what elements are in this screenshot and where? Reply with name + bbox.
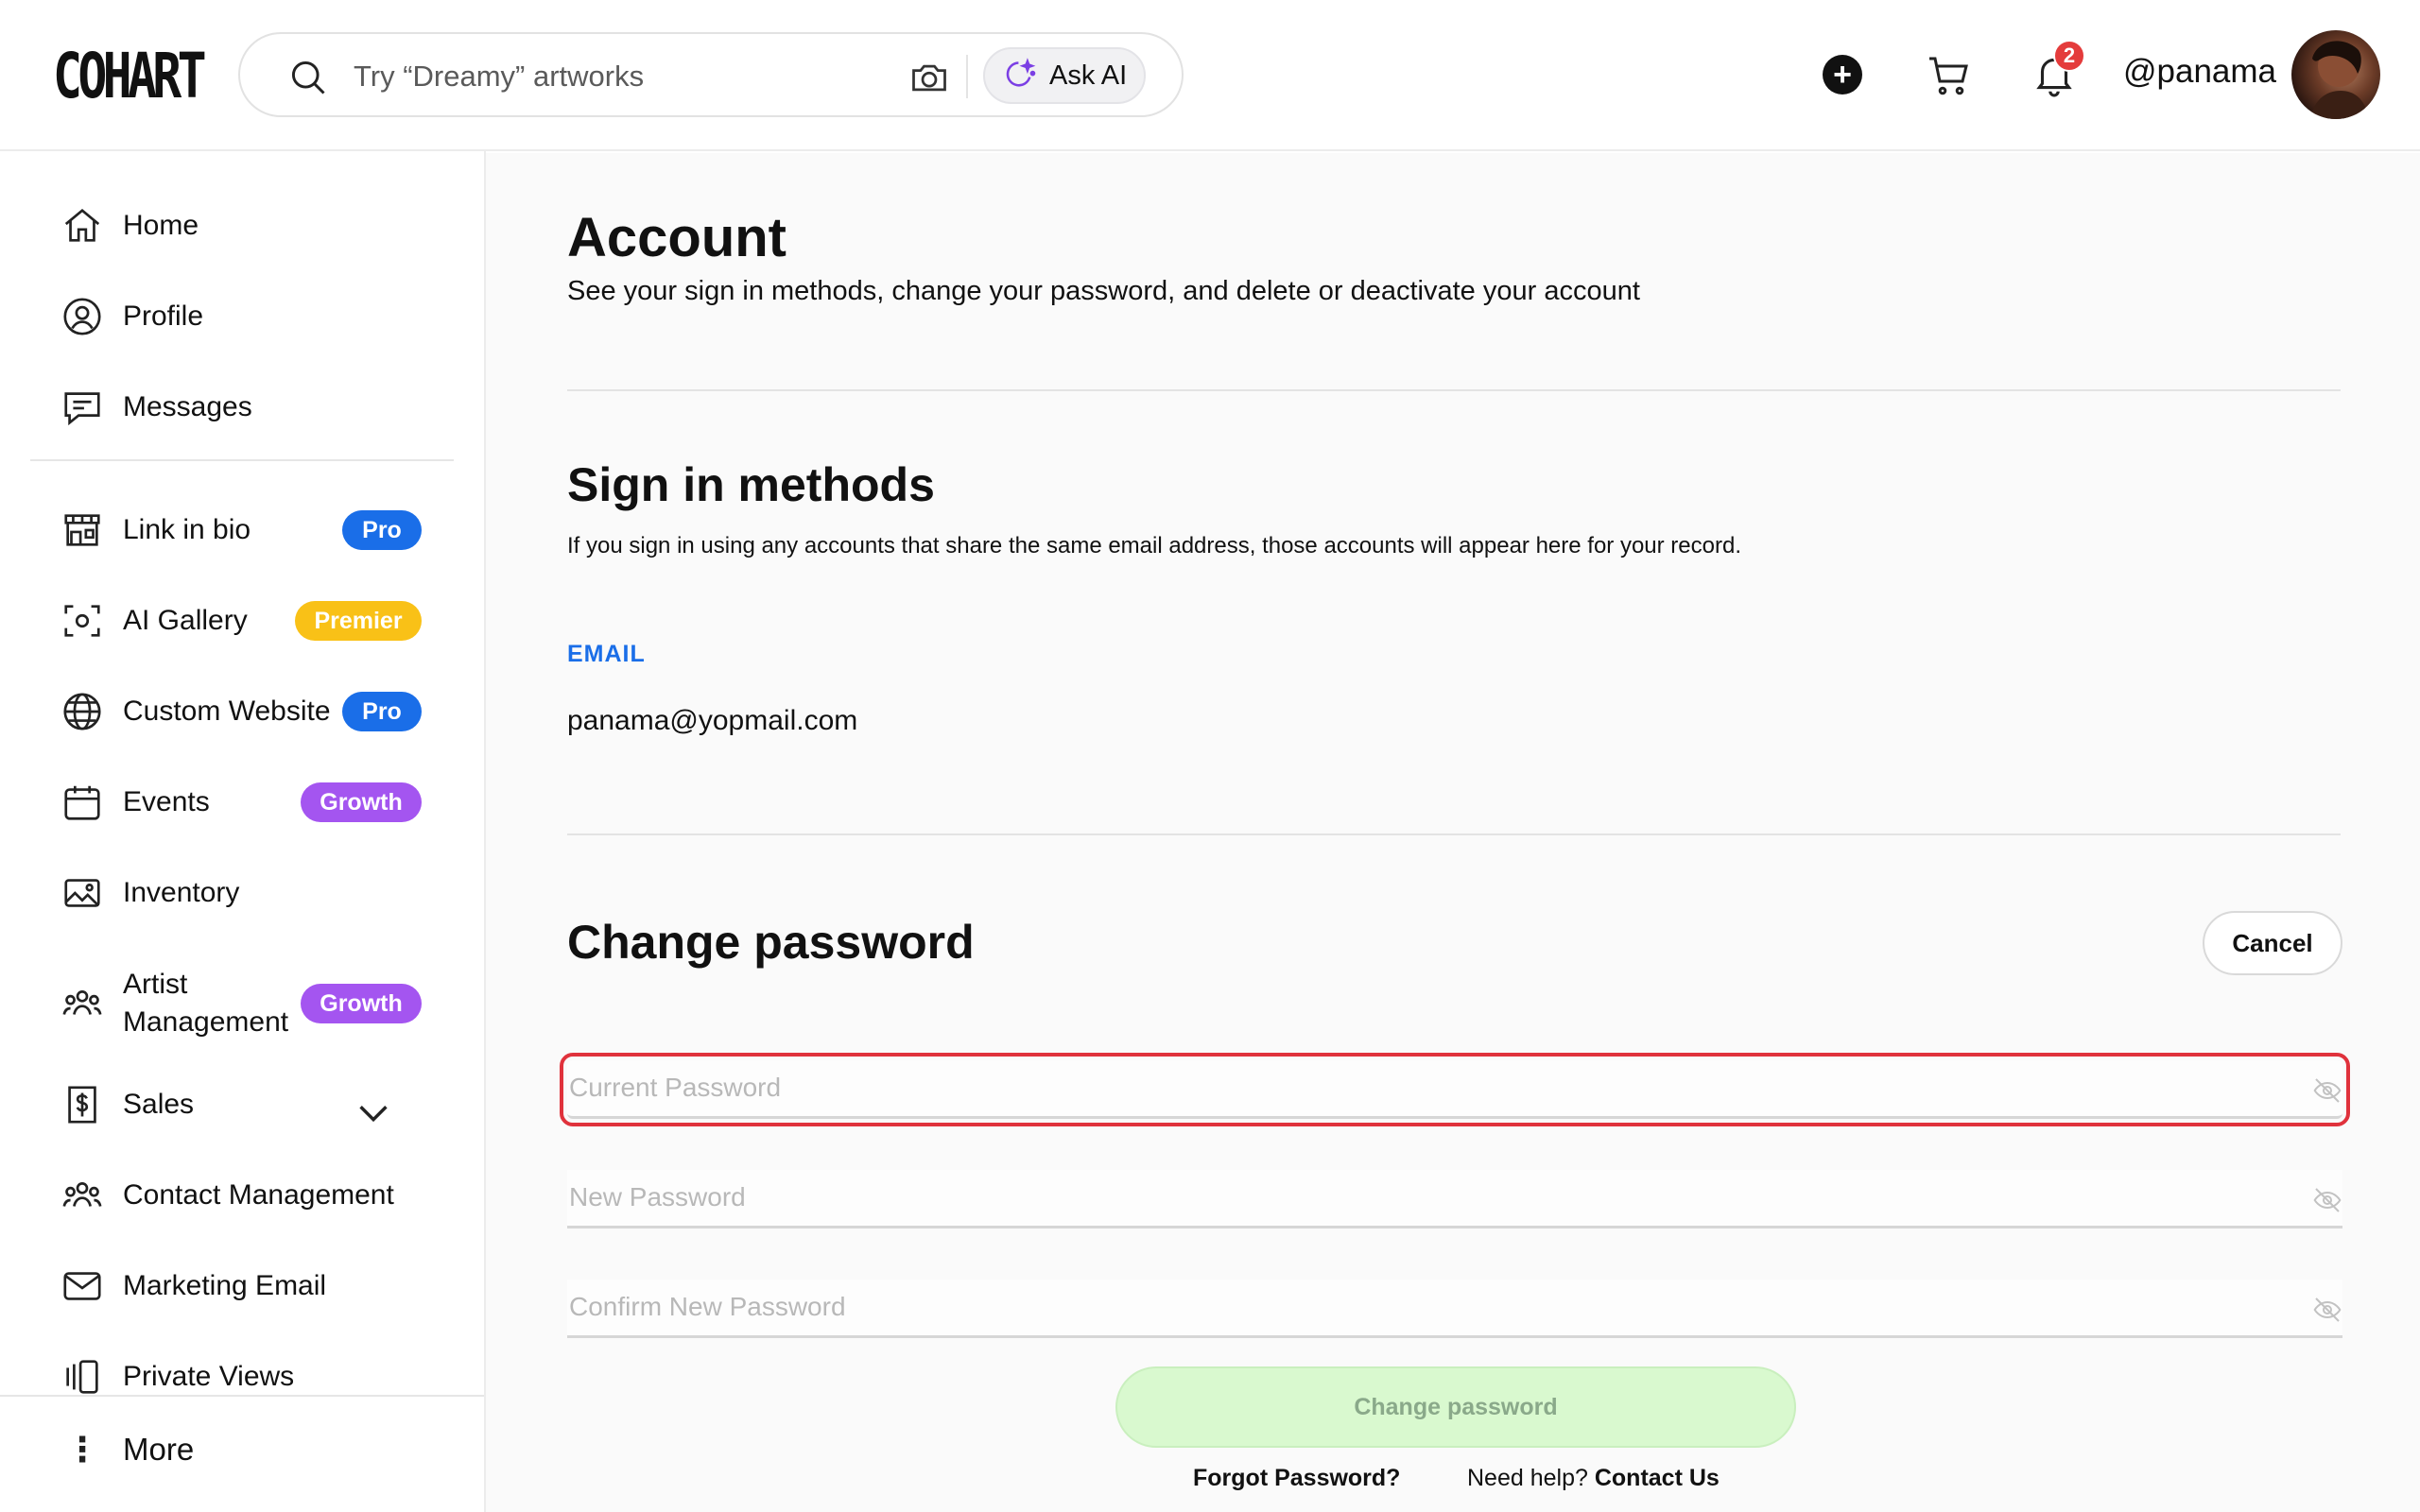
help-label: Need help? <box>1467 1465 1588 1491</box>
sidebar-item-marketing-email[interactable]: Marketing Email <box>60 1253 458 1319</box>
sidebar-item-label: Custom Website <box>123 696 331 727</box>
ask-ai-label: Ask AI <box>1049 60 1128 91</box>
more-label: More <box>123 1432 195 1467</box>
sidebar-item-label: Sales <box>123 1089 195 1120</box>
search-icon[interactable] <box>287 57 329 98</box>
cohart-logo[interactable]: COHART <box>53 43 207 110</box>
help-text: Need help? Contact Us <box>1467 1465 1720 1492</box>
sidebar-item-label: Messages <box>123 391 252 422</box>
sidebar-item-events[interactable]: Events Growth <box>60 769 458 835</box>
group-icon <box>62 990 102 1015</box>
search-divider <box>966 55 968 98</box>
eye-off-icon[interactable] <box>2312 1185 2342 1215</box>
chevron-down-icon[interactable] <box>352 1091 395 1134</box>
more-dots-icon: ⋮ <box>65 1430 99 1469</box>
sidebar-item-messages[interactable]: Messages <box>60 374 458 440</box>
sidebar-item-home[interactable]: Home <box>60 193 458 259</box>
calendar-icon <box>64 785 100 820</box>
current-password-input[interactable] <box>569 1060 2271 1115</box>
search-input[interactable] <box>354 53 883 100</box>
sidebar-item-label: Private Views <box>123 1361 295 1392</box>
sidebar-item-label: Contact Management <box>123 1179 394 1211</box>
sidebar-item-sales[interactable]: Sales <box>60 1072 458 1138</box>
plus-icon[interactable]: + <box>1823 55 1862 94</box>
main-content: Account See your sign in methods, change… <box>486 153 2420 1512</box>
sidebar-item-label: Profile <box>123 301 204 332</box>
sidebar-item-label: Artist Management <box>123 969 289 1038</box>
sidebar-item-label: Marketing Email <box>123 1270 327 1301</box>
private-views-icon <box>66 1360 98 1394</box>
email-label: EMAIL <box>567 641 646 667</box>
more-button[interactable]: ⋮ More <box>60 1431 194 1469</box>
storefront-icon <box>64 514 100 546</box>
ai-scan-icon <box>64 605 100 637</box>
globe-icon <box>63 693 101 730</box>
confirm-password-field[interactable] <box>567 1280 2342 1338</box>
cart-icon[interactable] <box>1925 53 1972 98</box>
growth-badge: Growth <box>301 782 422 822</box>
confirm-password-input[interactable] <box>569 1280 2271 1334</box>
cancel-button[interactable]: Cancel <box>2203 911 2342 975</box>
sidebar-item-contact-management[interactable]: Contact Management <box>60 1162 458 1228</box>
contact-us-link[interactable]: Contact Us <box>1595 1465 1720 1491</box>
mail-icon <box>63 1272 101 1300</box>
dollar-icon <box>68 1086 96 1124</box>
avatar-image <box>2310 41 2369 119</box>
sparkle-icon <box>1006 58 1036 87</box>
avatar[interactable] <box>2291 30 2380 119</box>
eye-off-icon[interactable] <box>2312 1295 2342 1325</box>
eye-off-icon[interactable] <box>2312 1075 2342 1106</box>
email-value: panama@yopmail.com <box>567 705 858 736</box>
sidebar-item-link-in-bio[interactable]: Link in bio Pro <box>60 497 458 563</box>
sidebar-item-label: Inventory <box>123 877 240 908</box>
sidebar-item-label: AI Gallery <box>123 605 248 636</box>
username-label[interactable]: @panama <box>2123 53 2276 91</box>
change-password-title: Change password <box>567 916 975 969</box>
current-password-field[interactable] <box>560 1053 2350 1126</box>
search-bar: Ask AI <box>238 32 1184 117</box>
premier-badge: Premier <box>295 601 422 641</box>
profile-icon <box>63 298 101 335</box>
new-password-input[interactable] <box>569 1170 2271 1225</box>
notification-badge: 2 <box>2053 40 2085 72</box>
sidebar-item-profile[interactable]: Profile <box>60 284 458 350</box>
section-divider <box>567 833 2341 835</box>
home-icon <box>64 208 100 242</box>
page-subtitle: See your sign in methods, change your pa… <box>567 276 1640 306</box>
sidebar: Home Profile Messages Link in bio Pro AI… <box>0 151 486 1512</box>
top-header: COHART Ask AI + 2 @panama <box>0 0 2420 151</box>
sidebar-item-ai-gallery[interactable]: AI Gallery Premier <box>60 588 458 654</box>
messages-icon <box>64 392 100 426</box>
ask-ai-button[interactable]: Ask AI <box>983 47 1146 104</box>
sidebar-footer: ⋮ More <box>0 1395 484 1512</box>
sidebar-divider <box>30 459 454 461</box>
growth-badge: Growth <box>301 984 422 1023</box>
sidebar-item-label: Home <box>123 210 199 241</box>
section-divider <box>567 389 2341 391</box>
forgot-password-link[interactable]: Forgot Password? <box>1193 1465 1400 1492</box>
sidebar-item-artist-management[interactable]: Artist Management Growth <box>60 966 458 1041</box>
change-password-button[interactable]: Change password <box>1115 1366 1796 1448</box>
new-password-field[interactable] <box>567 1170 2342 1228</box>
image-icon <box>64 879 100 907</box>
sign-in-methods-description: If you sign in using any accounts that s… <box>567 533 1741 558</box>
pro-badge: Pro <box>342 692 422 731</box>
sidebar-item-label: Link in bio <box>123 514 251 545</box>
sign-in-methods-title: Sign in methods <box>567 458 935 511</box>
camera-icon[interactable] <box>908 57 951 98</box>
page-title: Account <box>567 207 786 268</box>
sidebar-item-custom-website[interactable]: Custom Website Pro <box>60 679 458 745</box>
contacts-icon <box>62 1182 102 1207</box>
sidebar-item-inventory[interactable]: Inventory <box>60 860 458 926</box>
sidebar-item-label: Events <box>123 786 210 817</box>
pro-badge: Pro <box>342 510 422 550</box>
